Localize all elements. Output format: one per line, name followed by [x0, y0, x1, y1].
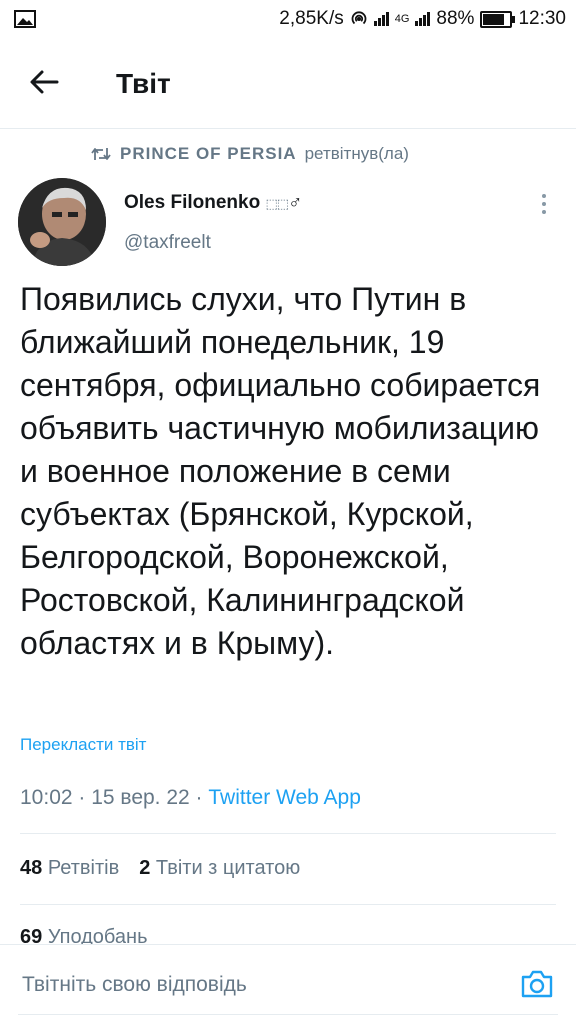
- retweet-action: ретвітнув(ла): [304, 144, 409, 163]
- retweets-label: Ретвітів: [47, 857, 120, 879]
- author-handle[interactable]: @taxfreelt: [124, 232, 211, 254]
- signal-icon: [373, 12, 389, 26]
- back-button[interactable]: [26, 64, 62, 100]
- arrow-left-icon: [30, 70, 59, 94]
- author-display-name: Oles Filonenko: [124, 192, 261, 213]
- image-notification-icon: [14, 10, 36, 28]
- top-app-bar: Твіт: [0, 40, 576, 129]
- clock: 12:30: [518, 8, 566, 29]
- tweet-timestamp: 10:02 · 15 вер. 22 ·: [20, 786, 209, 809]
- divider: [20, 833, 556, 834]
- status-bar: 2,85K/s 4G 88% 12:30: [0, 0, 576, 38]
- likes-label: Уподобань: [47, 926, 148, 944]
- reply-bar: Твітніть свою відповідь: [0, 944, 576, 1025]
- avatar[interactable]: [18, 178, 106, 266]
- likes-stat[interactable]: 69 Уподобань: [20, 926, 148, 944]
- translate-tweet-link[interactable]: Перекласти твіт: [20, 735, 146, 755]
- quotes-label: Твіти з цитатою: [155, 857, 301, 879]
- retweet-icon: [91, 148, 111, 160]
- likes-count: 69: [20, 926, 43, 944]
- tweet-meta: 10:02 · 15 вер. 22 · Twitter Web App: [20, 786, 361, 810]
- retweet-context[interactable]: PRINCE OF PERSIA ретвітнув(ла): [90, 144, 409, 164]
- tweet-stats: 48 Ретвітів 2 Твіти з цитатою: [20, 857, 300, 880]
- camera-icon[interactable]: [520, 969, 554, 999]
- quotes-stat[interactable]: 2 Твіти з цитатою: [139, 857, 300, 880]
- author-name[interactable]: Oles Filonenko ⬚⬚♂: [124, 192, 302, 214]
- hotspot-icon: [351, 11, 367, 25]
- battery-icon: [480, 10, 516, 28]
- tweet-text: Появились слухи, что Путин в ближайший п…: [20, 281, 541, 661]
- page-title: Твіт: [116, 68, 171, 99]
- flag-placeholder-icon: ⬚⬚: [265, 196, 289, 211]
- network-type: 4G: [394, 13, 410, 25]
- source-app-link[interactable]: Twitter Web App: [208, 786, 361, 809]
- avatar-image: [18, 178, 106, 266]
- more-options-button[interactable]: [532, 190, 556, 218]
- signal-icon-2: [415, 12, 431, 26]
- network-speed: 2,85K/s: [279, 8, 344, 29]
- divider: [20, 904, 556, 905]
- retweeter-name[interactable]: PRINCE OF PERSIA: [120, 144, 297, 164]
- reply-underline: [18, 1014, 558, 1015]
- retweets-stat[interactable]: 48 Ретвітів: [20, 857, 119, 880]
- retweets-count: 48: [20, 857, 43, 879]
- reply-input[interactable]: Твітніть свою відповідь: [22, 973, 247, 997]
- quotes-count: 2: [139, 857, 151, 879]
- author-name-suffix: ♂: [288, 192, 303, 213]
- battery-percent: 88%: [436, 8, 475, 29]
- more-vertical-icon: [542, 194, 546, 198]
